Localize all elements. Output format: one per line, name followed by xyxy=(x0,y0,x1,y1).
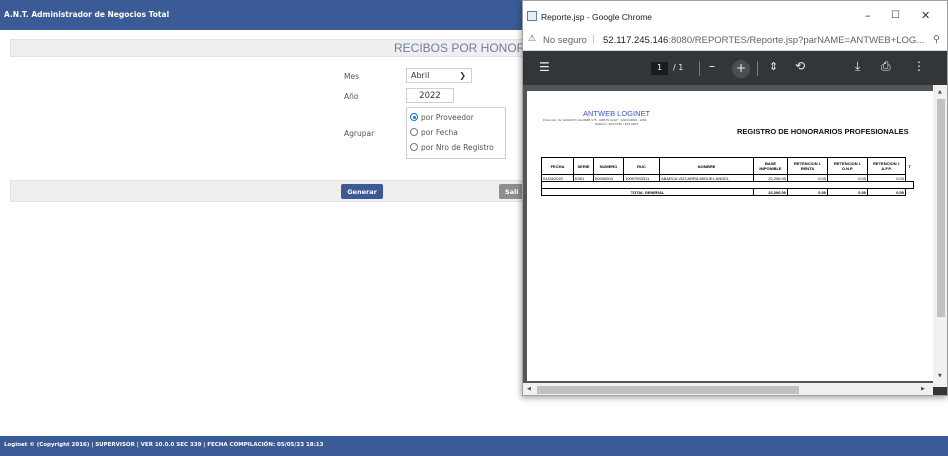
table-header-row: FECHA SERIE NUMERO RUC NOMBRE BASE IMPON… xyxy=(541,157,914,175)
pdf-toolbar: ☰ 1 / 1 – + ⇕ ⟲ ⤓ ⎙ ⋮ xyxy=(523,51,947,85)
print-icon[interactable]: ⎙ xyxy=(881,59,891,74)
report-table: FECHA SERIE NUMERO RUC NOMBRE BASE IMPON… xyxy=(541,157,914,196)
pdf-viewer[interactable]: ANTWEB LOGINET Dirección: AV. AUGUSTO AG… xyxy=(523,85,947,387)
app-footer: Loginet © (Copyright 2016) | SUPERVISOR … xyxy=(0,436,948,456)
column-header: RETENCION I. O.N.P. xyxy=(827,157,868,175)
zoom-in-icon[interactable]: + xyxy=(732,60,750,78)
url-text[interactable]: 52.117.245.146:8080/REPORTES/Reporte.jsp… xyxy=(603,35,924,46)
chevron-down-icon: ❯ xyxy=(459,71,466,80)
scroll-down-icon[interactable]: ▼ xyxy=(938,373,942,379)
page-number-input[interactable]: 1 xyxy=(651,62,668,75)
app-title: A.N.T. Administrador de Negocios Total xyxy=(4,10,170,19)
scroll-up-icon[interactable]: ▲ xyxy=(938,89,942,95)
url-separator: | xyxy=(592,34,596,45)
close-icon[interactable]: ✕ xyxy=(921,9,930,22)
zoom-magnifier-icon[interactable]: ⚲ xyxy=(933,34,940,45)
mes-label: Mes xyxy=(344,72,359,81)
report-title: REGISTRO DE HONORARIOS PROFESIONALES xyxy=(737,127,909,136)
chrome-title-bar[interactable]: Reporte.jsp - Google Chrome – ☐ ✕ xyxy=(523,1,947,31)
column-header: RETENCION I. A.F.P. xyxy=(867,157,906,175)
page-total: / 1 xyxy=(673,63,684,72)
chrome-popup-window: Reporte.jsp - Google Chrome – ☐ ✕ ⚠ No s… xyxy=(522,0,948,396)
horizontal-scroll-thumb[interactable] xyxy=(537,386,799,394)
report-phone: Teléfono: 264-0746 / 264-0203 xyxy=(595,122,639,126)
column-header: RUC xyxy=(623,157,660,175)
download-icon[interactable]: ⤓ xyxy=(855,59,860,74)
column-header: T xyxy=(908,163,911,169)
radio-unchecked-icon xyxy=(410,143,418,151)
warning-icon[interactable]: ⚠ xyxy=(528,34,536,44)
agrupar-label: Agrupar xyxy=(344,129,375,138)
scroll-right-icon[interactable]: ▶ xyxy=(921,386,925,392)
column-header: FECHA xyxy=(541,157,574,175)
radio-unchecked-icon xyxy=(410,128,418,136)
anio-input[interactable]: 2022 xyxy=(406,88,454,103)
zoom-out-icon[interactable]: – xyxy=(709,59,715,73)
column-header: RETENCION I. RENTA xyxy=(787,157,828,175)
radio-por-nro-registro[interactable]: por Nro de Registro xyxy=(410,143,494,152)
toolbar-divider xyxy=(757,61,758,76)
button-strip xyxy=(10,180,530,202)
mes-value: Abril xyxy=(411,71,430,80)
mes-select[interactable]: Abril ❯ xyxy=(406,68,472,83)
agrupar-radio-group: por Proveedor por Fecha por Nro de Regis… xyxy=(406,107,506,159)
rotate-icon[interactable]: ⟲ xyxy=(795,59,805,73)
maximize-icon[interactable]: ☐ xyxy=(891,10,900,21)
total-label: TOTAL GENERAL xyxy=(541,188,754,196)
not-secure-label[interactable]: No seguro xyxy=(543,35,587,46)
scroll-left-icon[interactable]: ◀ xyxy=(527,386,531,392)
column-header: SERIE xyxy=(573,157,594,175)
anio-label: Año xyxy=(344,92,359,101)
column-header: NOMBRE xyxy=(659,157,754,175)
total-row: TOTAL GENERAL 22,206.00 0.00 0.00 0.00 xyxy=(541,188,914,196)
more-icon[interactable]: ⋮ xyxy=(913,59,925,73)
radio-por-proveedor[interactable]: por Proveedor xyxy=(410,113,474,122)
page-favicon-icon xyxy=(527,11,537,21)
window-title: Reporte.jsp - Google Chrome xyxy=(541,12,653,22)
menu-icon[interactable]: ☰ xyxy=(539,60,550,74)
radio-por-fecha[interactable]: por Fecha xyxy=(410,128,458,137)
table-row: 01/04/2022 E001 00000004 10097933311 ABA… xyxy=(541,174,906,182)
toolbar-divider xyxy=(699,61,700,76)
generar-button[interactable]: Generar xyxy=(341,184,383,199)
pdf-page: ANTWEB LOGINET Dirección: AV. AUGUSTO AG… xyxy=(527,91,933,381)
footer-text: Loginet © (Copyright 2016) | SUPERVISOR … xyxy=(4,442,324,448)
horizontal-scrollbar[interactable]: ◀ ▶ xyxy=(523,383,933,395)
page-title: RECIBOS POR HONORA xyxy=(394,41,534,55)
vertical-scrollbar[interactable]: ▲ ▼ xyxy=(933,85,947,387)
address-bar[interactable]: ⚠ No seguro | 52.117.245.146:8080/REPORT… xyxy=(523,31,947,51)
radio-checked-icon xyxy=(410,113,418,121)
column-header: NUMERO xyxy=(593,157,624,175)
vertical-scroll-thumb[interactable] xyxy=(937,99,945,317)
fit-page-icon[interactable]: ⇕ xyxy=(769,60,778,73)
minimize-icon[interactable]: – xyxy=(865,9,871,22)
report-company: ANTWEB LOGINET xyxy=(583,109,651,118)
column-header: BASE IMPONIBLE xyxy=(753,157,788,175)
